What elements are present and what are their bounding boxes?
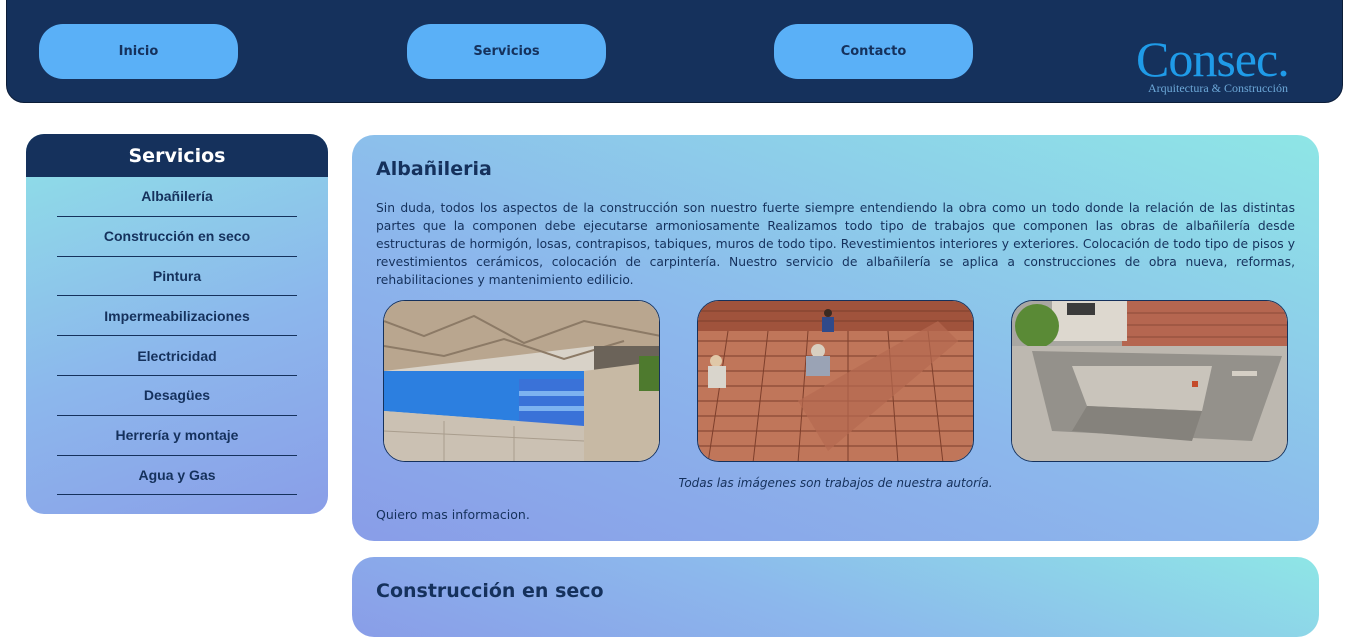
sidebar-item-albanileria[interactable]: Albañilería — [57, 177, 297, 217]
nav-button-contacto[interactable]: Contacto — [774, 24, 973, 79]
pool-image-2 — [698, 301, 973, 461]
services-sidebar: Servicios Albañilería Construcción en se… — [26, 134, 328, 514]
pool-photo-construction — [697, 300, 974, 462]
brand-logo[interactable]: Consec. Arquitectura & Construcción — [1136, 34, 1311, 104]
sidebar-item-agua-gas[interactable]: Agua y Gas — [57, 456, 297, 496]
nav-button-inicio[interactable]: Inicio — [39, 24, 238, 79]
sidebar-item-desagues[interactable]: Desagües — [57, 376, 297, 416]
logo-subtitle: Arquitectura & Construcción — [1148, 81, 1288, 95]
sidebar-item-impermeabilizaciones[interactable]: Impermeabilizaciones — [57, 296, 297, 337]
sidebar-list: Albañilería Construcción en seco Pintura… — [26, 177, 328, 496]
more-info-link[interactable]: Quiero mas informacion. — [376, 507, 530, 522]
sidebar-item-herreria[interactable]: Herrería y montaje — [57, 416, 297, 456]
section-card-albanileria: Albañileria Sin duda, todos los aspectos… — [352, 135, 1319, 541]
section-card-construccion-seco: Construcción en seco — [352, 557, 1319, 637]
pool-photo-concrete — [1011, 300, 1288, 462]
section-title: Construcción en seco — [376, 580, 604, 602]
pool-image-1 — [384, 301, 659, 461]
sidebar-item-construccion-seco[interactable]: Construcción en seco — [57, 217, 297, 257]
sidebar-item-electricidad[interactable]: Electricidad — [57, 336, 297, 376]
sidebar-item-pintura[interactable]: Pintura — [57, 257, 297, 297]
logo-main-text: Consec. — [1136, 31, 1290, 87]
section-description: Sin duda, todos los aspectos de la const… — [376, 201, 1295, 287]
pool-photo-finished — [383, 300, 660, 462]
sidebar-title: Servicios — [26, 134, 328, 177]
nav-button-servicios[interactable]: Servicios — [407, 24, 606, 79]
pool-image-3 — [1012, 301, 1287, 461]
images-caption: Todas las imágenes son trabajos de nuest… — [678, 476, 993, 490]
section-title: Albañileria — [376, 158, 492, 180]
